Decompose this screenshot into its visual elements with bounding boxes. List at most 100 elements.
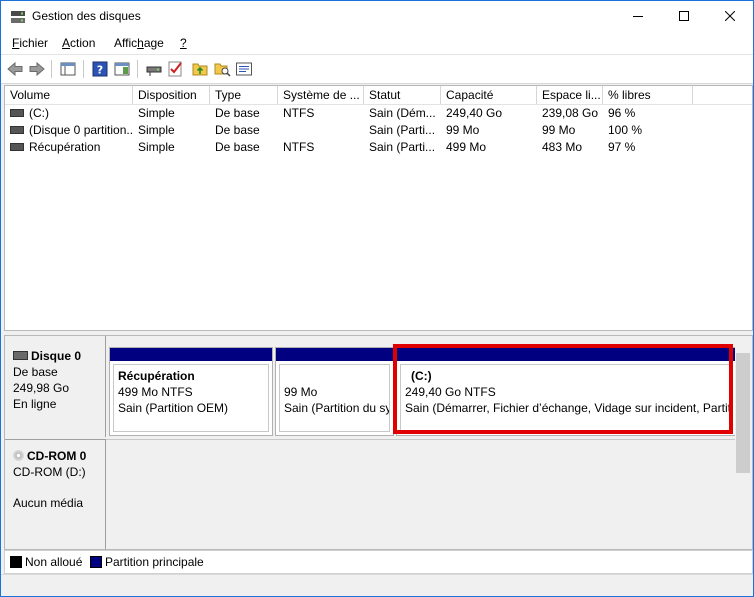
close-button[interactable] xyxy=(707,1,753,32)
disk0-label[interactable]: Disque 0 De base 249,98 Go En ligne xyxy=(5,336,106,437)
volume-icon xyxy=(10,108,24,117)
column-header-pct-libres[interactable]: % libres xyxy=(603,86,693,104)
cell-volume: (Disque 0 partition... xyxy=(5,122,133,139)
disk0-type: De base xyxy=(13,365,58,379)
forward-arrow-icon[interactable] xyxy=(28,60,46,78)
volume-list[interactable]: Volume Disposition Type Système de ... S… xyxy=(4,85,753,331)
cdrom0-area[interactable] xyxy=(106,439,736,549)
partition-c[interactable]: (C:) 249,40 Go NTFS Sain (Démarrer, Fich… xyxy=(396,347,736,436)
search-folder-icon[interactable] xyxy=(213,60,231,78)
volume-name: (Disque 0 partition... xyxy=(29,123,133,137)
cell-type: De base xyxy=(215,123,260,137)
volume-name: (C:) xyxy=(29,106,49,120)
partition-system[interactable]: 99 Mo Sain (Partition du sys xyxy=(275,347,394,436)
column-header-disposition[interactable]: Disposition xyxy=(133,86,210,104)
column-header-filesystem[interactable]: Système de ... xyxy=(278,86,364,104)
partition-body: (C:) 249,40 Go NTFS Sain (Démarrer, Fich… xyxy=(400,364,732,432)
menu-action-label: ction xyxy=(70,36,96,50)
disk0-state: En ligne xyxy=(13,397,57,411)
cell-disposition: Simple xyxy=(138,106,175,120)
cdrom0-media: Aucun média xyxy=(13,496,84,510)
connect-drive-icon[interactable] xyxy=(145,60,163,78)
column-header-statut[interactable]: Statut xyxy=(364,86,441,104)
partition-bar xyxy=(397,348,735,361)
minimize-button[interactable] xyxy=(615,1,661,32)
menu-affichage[interactable]: Affichage xyxy=(114,36,164,50)
close-icon xyxy=(725,11,735,21)
legend: Non alloué Partition principale xyxy=(4,550,753,574)
partition-size: 499 Mo NTFS xyxy=(118,385,193,399)
cell-espace-libre: 99 Mo xyxy=(542,123,576,137)
menu-help-label: ? xyxy=(180,36,187,50)
volume-name: Récupération xyxy=(29,140,101,154)
partition-body: 99 Mo Sain (Partition du sys xyxy=(279,364,390,432)
menu-fichier-label: ichier xyxy=(19,36,49,50)
cell-filesystem: NTFS xyxy=(283,140,315,154)
column-header-espace-libre[interactable]: Espace li... xyxy=(537,86,603,104)
window-title: Gestion des disques xyxy=(32,9,141,23)
cell-disposition: Simple xyxy=(138,123,175,137)
column-header-volume[interactable]: Volume xyxy=(5,86,133,104)
cell-statut: Sain (Parti... xyxy=(369,123,436,137)
disk-management-icon xyxy=(11,11,25,23)
partition-size: 99 Mo xyxy=(284,385,318,399)
disk-map-scrollbar[interactable] xyxy=(735,336,751,548)
cell-disposition: Simple xyxy=(138,140,175,154)
partition-bar xyxy=(110,348,272,361)
menu-affichage-pre: Affic xyxy=(114,36,138,50)
cell-espace-libre: 239,08 Go xyxy=(542,106,599,120)
export-list-icon[interactable] xyxy=(191,60,209,78)
legend-swatch-unallocated xyxy=(10,556,22,568)
menu-fichier[interactable]: Fichier xyxy=(12,36,48,50)
disk-map: Disque 0 De base 249,98 Go En ligne Récu… xyxy=(4,335,753,550)
help-icon[interactable]: ? xyxy=(91,60,109,78)
cell-capacite: 99 Mo xyxy=(446,123,480,137)
partition-status: Sain (Partition du sys xyxy=(284,401,390,415)
partition-title: (C:) xyxy=(411,369,432,383)
maximize-button[interactable] xyxy=(661,1,707,32)
disk0-title: Disque 0 xyxy=(13,349,81,363)
table-row[interactable]: Récupération Simple De base NTFS Sain (P… xyxy=(5,139,752,156)
menu-help[interactable]: ? xyxy=(180,36,187,50)
minimize-icon xyxy=(633,16,643,17)
check-icon[interactable] xyxy=(167,60,185,78)
properties-icon[interactable] xyxy=(235,60,253,78)
back-arrow-icon[interactable] xyxy=(6,60,24,78)
cell-pct-libres: 96 % xyxy=(608,106,636,120)
menu-action-mnemonic: A xyxy=(62,36,71,50)
cell-volume: (C:) xyxy=(5,105,133,122)
column-header-type[interactable]: Type xyxy=(210,86,278,104)
partition-title: Récupération xyxy=(118,369,195,383)
cdrom0-title: CD-ROM 0 xyxy=(13,449,86,463)
cell-pct-libres: 100 % xyxy=(608,123,643,137)
toolbar: ? xyxy=(1,54,753,84)
disk-management-window: Gestion des disques Fichier Action Affic… xyxy=(0,0,754,597)
partition-recuperation[interactable]: Récupération 499 Mo NTFS Sain (Partition… xyxy=(109,347,273,436)
volume-list-header: Volume Disposition Type Système de ... S… xyxy=(5,86,752,105)
cd-icon xyxy=(13,450,24,462)
cell-type: De base xyxy=(215,140,260,154)
title-bar: Gestion des disques xyxy=(1,1,753,32)
partition-size: 249,40 Go NTFS xyxy=(405,385,496,399)
table-row[interactable]: (C:) Simple De base NTFS Sain (Dém... 24… xyxy=(5,105,752,122)
disk0-size: 249,98 Go xyxy=(13,381,70,395)
cell-espace-libre: 483 Mo xyxy=(542,140,583,154)
maximize-icon xyxy=(679,11,689,21)
cdrom0-label[interactable]: CD-ROM 0 CD-ROM (D:) Aucun média xyxy=(5,439,106,549)
legend-swatch-primary xyxy=(90,556,102,568)
cdrom0-name: CD-ROM 0 xyxy=(27,449,87,463)
menu-action[interactable]: Action xyxy=(62,36,95,50)
scrollbar-thumb[interactable] xyxy=(736,353,750,473)
show-hide-console-tree-icon[interactable] xyxy=(59,60,77,78)
disk0-name: Disque 0 xyxy=(31,349,82,363)
table-row[interactable]: (Disque 0 partition... Simple De base Sa… xyxy=(5,122,752,139)
cell-statut: Sain (Parti... xyxy=(369,140,436,154)
volume-icon xyxy=(10,142,24,151)
partition-status: Sain (Démarrer, Fichier d’échange, Vidag… xyxy=(405,401,732,415)
cell-volume: Récupération xyxy=(5,139,133,156)
show-hide-action-pane-icon[interactable] xyxy=(113,60,131,78)
cdrom0-drive: CD-ROM (D:) xyxy=(13,465,86,479)
column-header-capacite[interactable]: Capacité xyxy=(441,86,537,104)
svg-text:?: ? xyxy=(97,64,103,77)
legend-primary: Partition principale xyxy=(105,555,204,569)
